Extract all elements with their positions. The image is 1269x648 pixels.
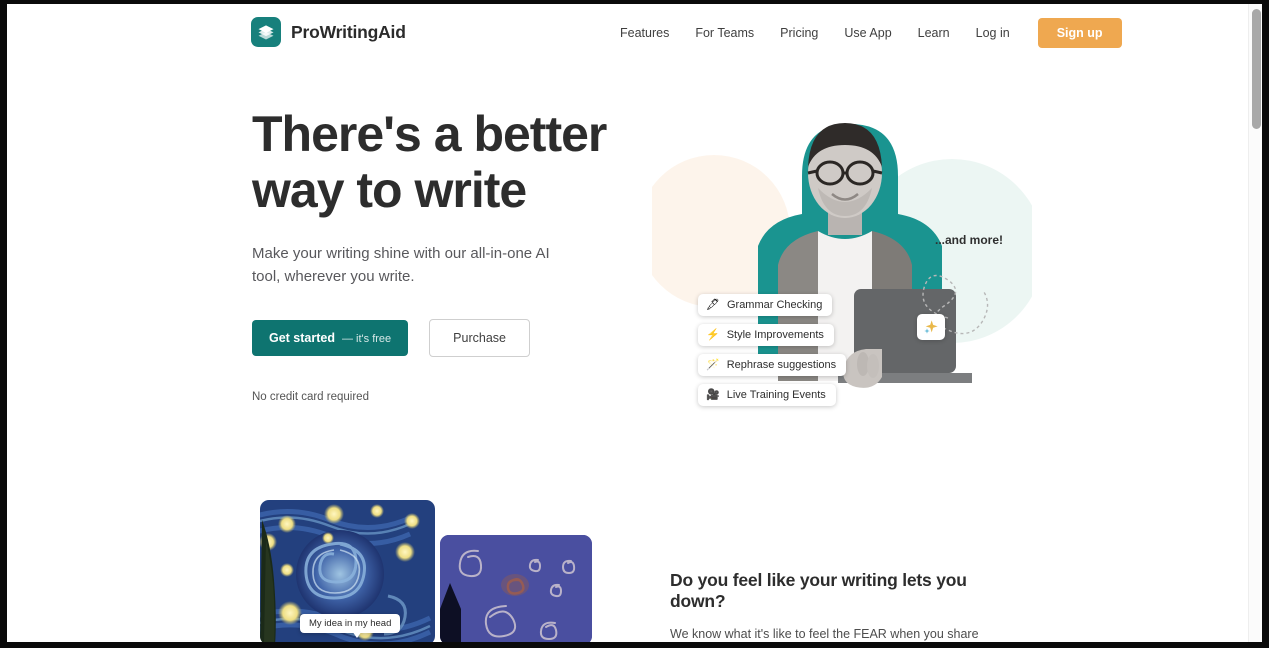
and-more-annotation: ...and more! bbox=[935, 233, 1004, 247]
stacked-pages-logo-icon bbox=[251, 17, 281, 47]
doodle-panel-image bbox=[440, 535, 592, 642]
no-credit-card-note: No credit card required bbox=[252, 391, 369, 403]
brand-logo-link[interactable]: ProWritingAid bbox=[251, 17, 406, 47]
lightning-bolt-icon: ⚡ bbox=[706, 328, 720, 341]
hero-subtitle: Make your writing shine with our all-in-… bbox=[252, 245, 550, 285]
feature-chip-grammar-checking[interactable]: 🖋 Grammar Checking bbox=[698, 294, 833, 316]
browser-viewport: ProWritingAid Features For Teams Pricing… bbox=[7, 4, 1262, 642]
magic-wand-icon: 🪄 bbox=[706, 358, 720, 371]
nav-item-features[interactable]: Features bbox=[607, 26, 682, 40]
sparkles-icon bbox=[917, 314, 945, 340]
sign-up-button[interactable]: Sign up bbox=[1037, 17, 1122, 48]
caption-tail bbox=[352, 631, 362, 638]
feature-chip-label: Style Improvements bbox=[726, 329, 824, 341]
lower-section-heading: Do you feel like your writing lets you d… bbox=[670, 570, 967, 611]
purchase-button[interactable]: Purchase bbox=[429, 319, 530, 357]
feature-chip-rephrase-suggestions[interactable]: 🪄 Rephrase suggestions bbox=[698, 354, 847, 376]
hero-illustration: ...and more! 🖋 Grammar Checking ⚡ Style … bbox=[652, 81, 1032, 421]
feature-chip-label: Rephrase suggestions bbox=[726, 359, 837, 371]
get-started-sublabel: — it's free bbox=[342, 333, 392, 345]
feature-chip-style-improvements[interactable]: ⚡ Style Improvements bbox=[698, 324, 834, 346]
site-header: ProWritingAid Features For Teams Pricing… bbox=[7, 4, 1248, 61]
image-caption-idea-in-head: My idea in my head bbox=[300, 614, 401, 633]
nav-item-pricing[interactable]: Pricing bbox=[767, 26, 831, 40]
lower-section-paragraph: We know what it's like to feel the FEAR … bbox=[670, 627, 979, 641]
feature-chip-label: Live Training Events bbox=[726, 389, 826, 401]
nav-item-log-in[interactable]: Log in bbox=[963, 26, 1023, 40]
get-started-button[interactable]: Get started — it's free bbox=[252, 320, 409, 356]
hero-section: There's a better way to write Make your … bbox=[7, 61, 1248, 461]
vertical-scrollbar-track[interactable] bbox=[1248, 4, 1262, 642]
get-started-label: Get started bbox=[269, 331, 335, 345]
quill-pen-icon: 🖋 bbox=[706, 298, 720, 311]
hero-title: There's a better way to write bbox=[252, 106, 607, 218]
brand-name-text: ProWritingAid bbox=[291, 21, 406, 42]
browser-window-frame: ProWritingAid Features For Teams Pricing… bbox=[0, 0, 1269, 648]
lower-copy-block: Do you feel like your writing lets you d… bbox=[670, 570, 1015, 642]
feature-chip-label: Grammar Checking bbox=[726, 299, 823, 311]
nav-item-learn[interactable]: Learn bbox=[905, 26, 963, 40]
hero-cta-group: Get started — it's free Purchase bbox=[252, 319, 622, 357]
feature-chip-live-training-events[interactable]: 🎥 Live Training Events bbox=[698, 384, 836, 406]
webpage-content: ProWritingAid Features For Teams Pricing… bbox=[7, 4, 1248, 642]
vertical-scrollbar-thumb[interactable] bbox=[1252, 9, 1261, 129]
hero-copy-block: There's a better way to write Make your … bbox=[252, 106, 622, 403]
nav-item-use-app[interactable]: Use App bbox=[831, 26, 904, 40]
main-navigation: Features For Teams Pricing Use App Learn… bbox=[607, 4, 1122, 61]
lower-section: My idea in my head Do you feel like your… bbox=[7, 474, 1248, 642]
illustration-panels: My idea in my head bbox=[252, 500, 602, 642]
video-camera-icon: 🎥 bbox=[706, 388, 720, 401]
nav-item-for-teams[interactable]: For Teams bbox=[682, 26, 767, 40]
